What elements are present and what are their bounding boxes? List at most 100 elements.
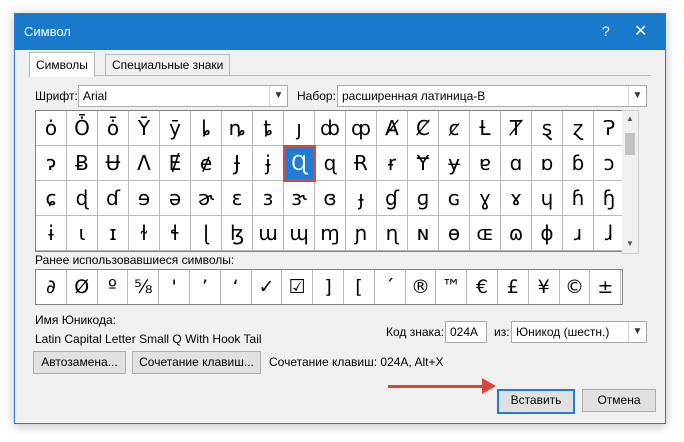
symbol-cell[interactable]: ɖ	[67, 181, 98, 216]
cancel-button[interactable]: Отмена	[582, 389, 656, 412]
symbol-cell[interactable]: Ƀ	[67, 146, 98, 181]
symbol-cell[interactable]: ɒ	[532, 146, 563, 181]
recent-symbol-cell[interactable]: ⅝	[128, 270, 160, 304]
recent-symbols-grid[interactable]: ∂ Øº ⅝ '’ ‘✓ ☑][´ ® ™ € £ ¥ © ±	[35, 269, 623, 305]
recent-symbol-cell[interactable]: ®	[406, 270, 437, 304]
symbol-cell[interactable]: ȯ	[36, 111, 67, 146]
font-select[interactable]: Arial ▼	[78, 85, 288, 107]
symbol-cell[interactable]: ɨ	[36, 216, 67, 251]
symbol-cell[interactable]: ɠ	[377, 181, 408, 216]
help-button[interactable]: ?	[602, 23, 610, 39]
symbol-cell[interactable]: ɦ	[563, 181, 594, 216]
insert-button[interactable]: Вставить	[497, 389, 575, 414]
symbol-cell[interactable]: Ɇ	[160, 146, 191, 181]
symbol-cell[interactable]: ɜ	[253, 181, 284, 216]
symbol-cell[interactable]: ɰ	[284, 216, 315, 251]
recent-symbol-cell[interactable]: £	[498, 270, 529, 304]
symbol-cell[interactable]: Ƚ	[470, 111, 501, 146]
symbol-cell[interactable]: ȱ	[98, 111, 129, 146]
code-system-select[interactable]: Юникод (шестн.) ▼	[511, 321, 647, 343]
symbol-cell[interactable]: ɵ	[439, 216, 470, 251]
symbol-cell[interactable]: ɟ	[346, 181, 377, 216]
symbol-cell[interactable]: ɋ	[315, 146, 346, 181]
recent-symbol-cell[interactable]: ™	[436, 270, 468, 304]
char-code-field[interactable]: 024A	[445, 321, 487, 343]
symbol-cell[interactable]: ɘ	[129, 181, 160, 216]
symbol-cell[interactable]: ɢ	[439, 181, 470, 216]
symbol-cell[interactable]: Ʌ	[129, 146, 160, 181]
recent-symbol-cell[interactable]: ±	[590, 270, 622, 304]
symbol-cell[interactable]: ɇ	[191, 146, 222, 181]
symbol-cell[interactable]: ɯ	[253, 216, 284, 251]
symbol-cell[interactable]: ȵ	[222, 111, 253, 146]
recent-symbol-cell[interactable]: º	[98, 270, 129, 304]
autocorrect-button[interactable]: Автозамена...	[33, 351, 126, 374]
symbol-cell[interactable]: ȴ	[191, 111, 222, 146]
scroll-down-icon[interactable]: ▼	[626, 239, 634, 248]
symbol-cell[interactable]: ɥ	[532, 181, 563, 216]
recent-symbol-cell[interactable]: €	[467, 270, 498, 304]
recent-symbol-cell[interactable]: ‘	[221, 270, 252, 304]
recent-symbol-cell[interactable]: ∂	[36, 270, 67, 304]
symbol-cell[interactable]: ɔ	[594, 146, 625, 181]
symbol-cell[interactable]: ɷ	[501, 216, 532, 251]
symbol-cell[interactable]: ɂ	[36, 146, 67, 181]
chevron-down-icon[interactable]: ▼	[269, 86, 287, 106]
symbol-cell[interactable]: ȳ	[160, 111, 191, 146]
symbol-cell[interactable]: Ɏ	[408, 146, 439, 181]
symbol-cell[interactable]: Ɍ	[346, 146, 377, 181]
symbol-cell[interactable]: ȹ	[346, 111, 377, 146]
recent-symbol-cell[interactable]: ¥	[529, 270, 560, 304]
tab-special-chars[interactable]: Специальные знаки	[105, 54, 231, 76]
symbol-cell[interactable]: ɓ	[563, 146, 594, 181]
recent-symbol-cell[interactable]: ´	[375, 270, 406, 304]
symbol-cell[interactable]: ȶ	[253, 111, 284, 146]
symbol-cell[interactable]: ɑ	[501, 146, 532, 181]
recent-symbol-cell[interactable]: ☑	[282, 270, 314, 304]
symbol-cell[interactable]: Ȼ	[408, 111, 439, 146]
symbol-cell[interactable]: ɱ	[315, 216, 346, 251]
chevron-down-icon[interactable]: ▼	[628, 322, 646, 342]
symbol-cell[interactable]: ɝ	[284, 181, 315, 216]
symbol-cell[interactable]: Ⱦ	[501, 111, 532, 146]
symbol-cell[interactable]: ɗ	[98, 181, 129, 216]
symbol-cell[interactable]: ɕ	[36, 181, 67, 216]
symbol-cell[interactable]: ɭ	[191, 216, 222, 251]
symbol-cell[interactable]: ɴ	[408, 216, 439, 251]
symbol-cell[interactable]: ɩ	[67, 216, 98, 251]
symbol-cell[interactable]: Ɉ	[222, 146, 253, 181]
recent-symbol-cell[interactable]: [	[344, 270, 375, 304]
chevron-down-icon[interactable]: ▼	[628, 86, 646, 106]
symbol-cell[interactable]: Ɂ	[594, 111, 625, 146]
symbol-cell[interactable]: ɡ	[408, 181, 439, 216]
symbol-cell[interactable]: ɺ	[594, 216, 625, 251]
subset-select[interactable]: расширенная латиница-B ▼	[337, 85, 647, 107]
recent-symbol-cell[interactable]: Ø	[67, 270, 98, 304]
symbol-cell[interactable]: ȼ	[439, 111, 470, 146]
tab-symbols[interactable]: Символы	[29, 52, 95, 77]
symbol-cell[interactable]: ɏ	[439, 146, 470, 181]
symbol-cell[interactable]: ȷ	[284, 111, 315, 146]
symbol-cell[interactable]: ɛ	[222, 181, 253, 216]
symbol-cell[interactable]: ɪ	[98, 216, 129, 251]
symbol-cell[interactable]: ɞ	[315, 181, 346, 216]
symbol-cell[interactable]: ȿ	[532, 111, 563, 146]
symbol-cell[interactable]: ȸ	[315, 111, 346, 146]
symbol-cell[interactable]: ɲ	[346, 216, 377, 251]
symbol-cell[interactable]: Ɋ	[283, 145, 316, 182]
symbol-cell[interactable]: ɤ	[501, 181, 532, 216]
symbol-cell[interactable]: ɮ	[222, 216, 253, 251]
symbol-cell[interactable]: ɶ	[470, 216, 501, 251]
symbol-cell[interactable]: ə	[160, 181, 191, 216]
symbol-cell[interactable]: ɀ	[563, 111, 594, 146]
close-button[interactable]: ✕	[634, 21, 647, 41]
symbol-cell[interactable]: ɸ	[532, 216, 563, 251]
symbol-cell[interactable]: ɐ	[470, 146, 501, 181]
symbol-cell[interactable]: Ʉ	[98, 146, 129, 181]
symbol-cell[interactable]: ɚ	[191, 181, 222, 216]
scroll-up-icon[interactable]: ▲	[626, 114, 634, 123]
symbol-grid[interactable]: ȯȰȱȲȳȴȵȶȷȸȹȺȻȼȽȾȿɀɁɂɃɄɅɆɇɈɉɊɋɌɍɎɏɐɑɒɓɔ ɕɖ…	[35, 110, 625, 252]
recent-symbol-cell[interactable]: ’	[190, 270, 221, 304]
symbol-cell[interactable]: ɫ	[129, 216, 160, 251]
recent-symbol-cell[interactable]: ©	[560, 270, 591, 304]
